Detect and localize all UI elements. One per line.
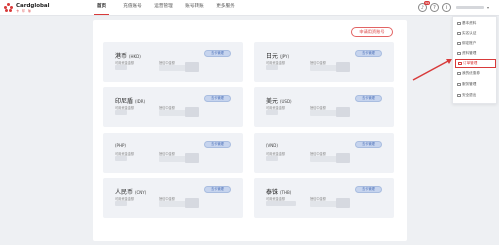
available-amount-redacted	[266, 201, 296, 206]
profile-icon	[457, 21, 461, 25]
manage-card-button[interactable]: 去卡管理	[204, 95, 231, 102]
credit-amount-redacted	[159, 62, 199, 72]
main-nav: 首页 充值账号 运营管理 账号转账 更多服务	[86, 0, 241, 16]
menu-item-services[interactable]: 服务管理	[455, 80, 496, 89]
currency-card-vnd: (VND) 去卡管理 可用资金金额 授信中金额	[254, 133, 394, 173]
currency-code: (JPY)	[279, 54, 290, 59]
credit-amount-redacted	[310, 198, 350, 208]
credit-amount-redacted	[159, 198, 199, 208]
currency-code: (VND)	[266, 143, 278, 148]
chevron-down-icon[interactable]: ▾	[487, 5, 489, 10]
available-amount-redacted	[266, 156, 278, 161]
notification-badge: 99	[424, 1, 430, 5]
credit-amount-redacted	[159, 107, 199, 117]
top-bar: Cardglobal 卡 环 球 首页 充值账号 运营管理 账号转账 更多服务 …	[0, 0, 499, 16]
available-amount-redacted	[115, 156, 127, 161]
link-icon	[457, 41, 461, 45]
available-amount-redacted	[266, 65, 278, 70]
nav-transfer[interactable]: 账号转账	[179, 0, 210, 16]
user-name[interactable]	[455, 6, 484, 9]
credit-amount-redacted	[310, 153, 350, 163]
brand-logo[interactable]: Cardglobal 卡 环 球	[4, 2, 50, 14]
menu-item-orders[interactable]: 订单管理	[455, 59, 496, 68]
currency-card-cny: 人民币 (CNY) 去卡管理 可用资金金额 授信中金额	[103, 178, 243, 218]
brand-subtitle: 卡 环 球	[16, 9, 32, 13]
logout-icon	[457, 93, 461, 97]
avatar[interactable]: i	[441, 3, 451, 12]
currency-name: 美元	[266, 98, 279, 105]
credit-amount-redacted	[310, 107, 350, 117]
nav-operations[interactable]: 运营管理	[148, 0, 179, 16]
menu-item-logout[interactable]: 安全退出	[455, 91, 496, 100]
currency-card-hkd: 港币 (HKD) 去卡管理 可用资金金额 授信中金额	[103, 42, 243, 82]
logo-mark-icon	[4, 3, 14, 13]
order-icon	[458, 61, 462, 65]
currency-name: 泰铢	[266, 189, 279, 196]
manage-card-button[interactable]: 去卡管理	[204, 50, 231, 57]
currency-code: (PHP)	[115, 143, 126, 148]
currency-card-idr: 印尼盾 (IDR) 去卡管理 可用资金金额 授信中金额	[103, 87, 243, 127]
menu-item-documents[interactable]: 资料管理	[455, 49, 496, 58]
manage-card-button[interactable]: 去卡管理	[355, 141, 382, 148]
currency-name: 港币	[115, 53, 128, 60]
menu-item-bind-account[interactable]: 绑定账户	[455, 39, 496, 48]
currency-code: (CNY)	[134, 190, 147, 195]
available-amount-redacted	[115, 65, 127, 70]
top-icons: ♪ 99 ? i ▾	[417, 1, 489, 12]
credit-amount-redacted	[310, 62, 350, 72]
manage-card-button[interactable]: 去卡管理	[204, 186, 231, 193]
nav-home[interactable]: 首页	[86, 0, 117, 16]
apply-account-button[interactable]: 申请用资账号	[351, 27, 393, 37]
available-amount-redacted	[266, 110, 278, 115]
currency-card-usd: 美元 (USD) 去卡管理 可用资金金额 授信中金额	[254, 87, 394, 127]
manage-card-button[interactable]: 去卡管理	[355, 186, 382, 193]
currency-card-thb: 泰铢 (THB) 去卡管理 可用资金金额 授信中金额	[254, 178, 394, 218]
available-amount-redacted	[115, 110, 127, 115]
currency-name: 人民币	[115, 189, 134, 196]
document-icon	[457, 51, 461, 55]
notification-icon[interactable]: ♪ 99	[417, 1, 430, 12]
id-card-icon	[457, 31, 461, 35]
manage-card-button[interactable]: 去卡管理	[355, 95, 382, 102]
menu-item-profile[interactable]: 基本资料	[455, 19, 496, 28]
currency-name: 日元	[266, 53, 279, 60]
currency-name: 印尼盾	[115, 98, 134, 105]
service-icon	[457, 82, 461, 86]
currency-code: (USD)	[279, 99, 292, 104]
help-icon[interactable]: ?	[429, 3, 439, 12]
currency-code: (HKD)	[128, 54, 141, 59]
currency-code: (THB)	[279, 190, 292, 195]
coupon-icon	[457, 71, 461, 75]
menu-item-verification[interactable]: 实名认证	[455, 29, 496, 38]
manage-card-button[interactable]: 去卡管理	[355, 50, 382, 57]
menu-item-coupons[interactable]: 我的优惠券	[455, 69, 496, 78]
available-amount-redacted	[115, 201, 127, 206]
nav-recharge[interactable]: 充值账号	[117, 0, 148, 16]
manage-card-button[interactable]: 去卡管理	[204, 141, 231, 148]
currency-card-php: (PHP) 去卡管理 可用资金金额 授信中金额	[103, 133, 243, 173]
currency-card-jpy: 日元 (JPY) 去卡管理 可用资金金额 授信中金额	[254, 42, 394, 82]
nav-more[interactable]: 更多服务	[210, 0, 241, 16]
credit-amount-redacted	[159, 153, 199, 163]
currency-code: (IDR)	[134, 99, 146, 104]
user-dropdown-menu: 基本资料 实名认证 绑定账户 资料管理 订单管理 我的优惠券 服务管理 安全退出	[452, 16, 497, 104]
